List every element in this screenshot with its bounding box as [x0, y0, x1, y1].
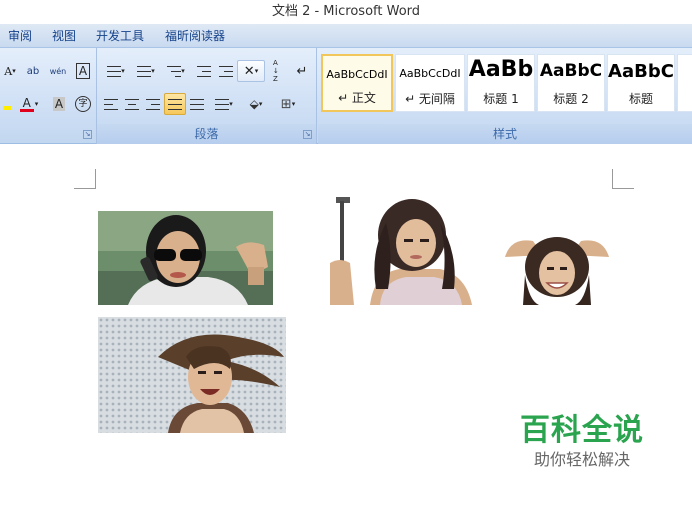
- chinese-layout-button[interactable]: ✕ ▾: [237, 60, 265, 82]
- decrease-indent-button[interactable]: [193, 60, 215, 82]
- style-name: 标题 1: [483, 92, 519, 106]
- numbering-button[interactable]: ▾: [131, 60, 161, 82]
- style-sample: AaBbCcDdI: [326, 68, 388, 81]
- style-normal[interactable]: AaBbCcDdI ↵ 正文: [321, 54, 393, 112]
- bullets-button[interactable]: ▾: [101, 60, 131, 82]
- caret-up-icon: ▾: [12, 67, 16, 75]
- multilevel-list-icon: [167, 65, 182, 77]
- style-sample: AaBbCcDdI: [399, 67, 461, 80]
- grow-font-button[interactable]: A ▾: [0, 60, 20, 82]
- sort-button[interactable]: A↓Z: [267, 59, 289, 83]
- pilcrow-icon: ↵: [296, 63, 308, 79]
- style-name: 标题 2: [553, 92, 589, 106]
- style-more-partial[interactable]: [677, 54, 692, 112]
- photo-woman-hammer[interactable]: [330, 193, 476, 305]
- grow-font-icon: A: [4, 64, 13, 78]
- style-heading-2[interactable]: AaBbC 标题 2: [537, 54, 605, 112]
- photo-woman-windblown-hair[interactable]: [98, 317, 286, 433]
- char-border-button[interactable]: A: [72, 60, 94, 82]
- align-left-button[interactable]: [101, 93, 121, 115]
- style-sample: AaBbC: [539, 61, 603, 81]
- ribbon: A ▾ ab wén A A ▾ A 字 ↘ ▾ ▾ ▾ ✕ ▾ A↓Z ↵ ▾…: [0, 48, 692, 144]
- watermark-title: 百科全说: [520, 413, 644, 448]
- styles-group: AaBbCcDdI ↵ 正文 AaBbCcDdI ↵ 无间隔 AaBb 标题 1…: [318, 48, 692, 144]
- char-shading-button[interactable]: A: [48, 93, 70, 115]
- style-no-spacing[interactable]: AaBbCcDdI ↵ 无间隔: [395, 54, 465, 112]
- photo-woman-sunglasses-phone[interactable]: [98, 211, 273, 305]
- tab-foxit-reader[interactable]: 福昕阅读器: [165, 24, 225, 48]
- paragraph-group-label: 段落: [97, 124, 316, 144]
- change-case-button[interactable]: ab: [22, 60, 44, 82]
- font-group: A ▾ ab wén A A ▾ A 字 ↘: [0, 48, 97, 144]
- line-spacing-button[interactable]: ▾: [209, 93, 239, 115]
- baike-watermark-logo: 百科全说 助你轻松解决: [512, 412, 652, 470]
- enclose-char-icon: 字: [75, 96, 91, 112]
- char-shading-icon: A: [52, 97, 66, 111]
- style-sample: AaBb: [468, 57, 534, 82]
- photo-woman-hammer-image: [330, 193, 476, 305]
- line-spacing-icon: [215, 98, 230, 110]
- tab-view[interactable]: 视图: [52, 24, 76, 48]
- photo-woman-holding-head-image: [503, 235, 611, 305]
- style-name: 标题: [628, 92, 653, 106]
- align-right-icon: [146, 98, 160, 110]
- margin-corner-top-left: [74, 169, 96, 189]
- paint-bucket-icon: ⬙: [249, 97, 259, 111]
- char-border-icon: A: [75, 63, 91, 79]
- change-case-icon: ab: [26, 65, 40, 77]
- decrease-indent-icon: [197, 65, 211, 77]
- distributed-button[interactable]: [187, 93, 207, 115]
- style-name: ↵ 正文: [338, 91, 376, 105]
- font-color-icon: A: [19, 97, 34, 112]
- font-dialog-launcher-icon[interactable]: ↘: [83, 130, 92, 139]
- photo-woman-holding-head[interactable]: [503, 235, 611, 305]
- borders-button[interactable]: ⊞ ▾: [273, 93, 303, 115]
- align-right-button[interactable]: [143, 93, 163, 115]
- photo-woman-windblown-hair-image: [98, 317, 286, 433]
- style-sample: AaBbC: [608, 61, 674, 82]
- margin-corner-top-right: [612, 169, 634, 189]
- paragraph-dialog-launcher-icon[interactable]: ↘: [303, 130, 312, 139]
- increase-indent-button[interactable]: [215, 60, 237, 82]
- style-title[interactable]: AaBbC 标题: [607, 54, 675, 112]
- distributed-icon: [190, 98, 204, 110]
- styles-group-label: 样式: [318, 124, 692, 144]
- justify-icon: [168, 98, 182, 110]
- justify-button[interactable]: [164, 93, 186, 115]
- watermark-subtitle: 助你轻松解决: [533, 450, 630, 469]
- sort-icon: A↓Z: [273, 59, 279, 83]
- tab-review[interactable]: 审阅: [8, 24, 32, 48]
- phonetic-guide-icon: wén: [49, 66, 67, 76]
- window-title: 文档 2 - Microsoft Word: [0, 0, 692, 24]
- align-center-button[interactable]: [122, 93, 142, 115]
- highlight-icon: [3, 106, 11, 110]
- show-marks-button[interactable]: ↵: [291, 60, 313, 82]
- style-name: ↵ 无间隔: [405, 92, 455, 106]
- style-heading-1[interactable]: AaBb 标题 1: [467, 54, 535, 112]
- shading-button[interactable]: ⬙ ▾: [241, 93, 271, 115]
- font-color-button[interactable]: A ▾: [14, 93, 44, 115]
- phonetic-guide-button[interactable]: wén: [46, 60, 70, 82]
- enclose-char-button[interactable]: 字: [72, 93, 94, 115]
- highlight-button[interactable]: [0, 93, 14, 115]
- numbering-icon: [137, 65, 152, 77]
- dropdown-arrow-icon: ▾: [34, 100, 39, 108]
- increase-indent-icon: [219, 65, 233, 77]
- photo-woman-sunglasses-image: [98, 211, 273, 305]
- multilevel-list-button[interactable]: ▾: [161, 60, 191, 82]
- tab-developer[interactable]: 开发工具: [96, 24, 144, 48]
- ribbon-tabs: 审阅 视图 开发工具 福昕阅读器: [0, 24, 692, 48]
- align-center-icon: [125, 98, 139, 110]
- bullets-icon: [107, 65, 122, 77]
- chinese-layout-icon: ✕: [243, 63, 255, 79]
- paragraph-group: ▾ ▾ ▾ ✕ ▾ A↓Z ↵ ▾ ⬙ ▾ ⊞ ▾ 段落 ↘: [97, 48, 317, 144]
- align-left-icon: [104, 98, 118, 110]
- borders-icon: ⊞: [280, 96, 292, 112]
